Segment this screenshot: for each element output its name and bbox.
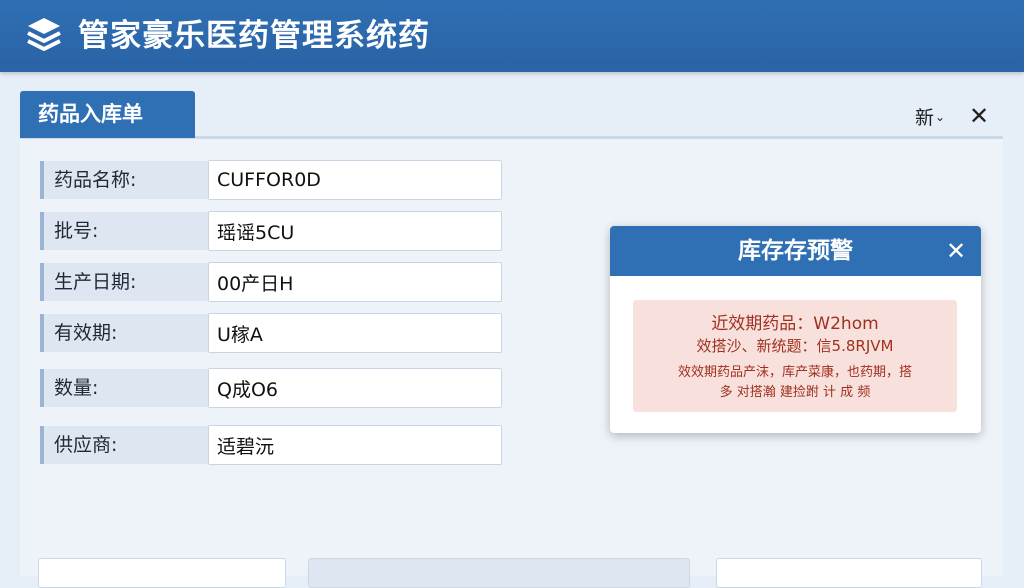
batch-number-input[interactable] [208,211,502,251]
production-date-label: 生产日期: [40,263,208,301]
bottom-card [308,558,690,588]
quantity-input[interactable] [208,368,502,408]
alert-message-line: 效效期药品产沫，库产菜康，也药期，搭 [677,365,912,380]
alert-message-line: 多 对搭瀚 建捡跗 计 成 频 [719,385,871,400]
alert-message-box: 近效期药品：W2hom 效搭沙、新统题：信5.8RJVM 效效期药品产沫，库产菜… [633,300,957,412]
bottom-card [716,558,982,588]
batch-number-label: 批号: [40,212,208,250]
bottom-card [38,558,286,588]
expiry-date-input[interactable] [208,313,502,353]
alert-message-line: 效搭沙、新统题：信5.8RJVM [696,337,894,355]
stock-alert-dialog: 库存存预警 ✕ 近效期药品：W2hom 效搭沙、新统题：信5.8RJVM 效效期… [610,226,981,433]
tab-drug-inbound[interactable]: 药品入库单 [20,91,195,138]
supplier-label: 供应商: [40,426,208,464]
chevron-down-icon: ⌄ [935,110,946,124]
alert-close-icon[interactable]: ✕ [942,237,970,265]
app-title: 管家豪乐医药管理系统药 [78,18,430,54]
alert-header: 库存存预警 ✕ [610,226,981,276]
new-dropdown-button[interactable]: 新⌄ [915,103,945,131]
stacked-layers-icon [27,18,61,51]
drug-name-input[interactable] [208,160,502,200]
supplier-input[interactable] [208,425,502,465]
quantity-label: 数量: [40,369,208,407]
alert-message-line: 近效期药品：W2hom [711,314,879,334]
new-button-label: 新 [915,107,935,129]
close-icon[interactable]: ✕ [966,103,992,129]
app-header: 管家豪乐医药管理系统药 [0,0,1024,72]
drug-name-label: 药品名称: [40,161,208,199]
production-date-input[interactable] [208,262,502,302]
alert-title: 库存存预警 [738,238,853,264]
expiry-date-label: 有效期: [40,314,208,352]
